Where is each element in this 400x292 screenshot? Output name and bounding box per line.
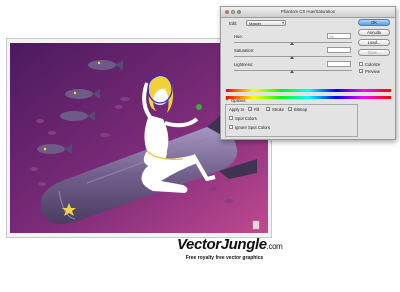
saturation-label: Saturation: — [234, 48, 255, 53]
dialog-titlebar[interactable]: Phantom CS Hue/Saturation — [221, 7, 395, 18]
brand-suffix: .com — [266, 242, 283, 251]
options-panel: Apply to ✓ Fill ✓ Stroke ✓ Bitmap Spot C… — [225, 104, 358, 137]
chevron-down-icon: ▾ — [282, 21, 284, 25]
hue-spectrum-bar-top — [226, 89, 391, 92]
lightness-value-field[interactable] — [327, 61, 351, 67]
hue-slider-thumb[interactable] — [290, 42, 294, 45]
brand-name: VectorJungle — [177, 236, 267, 253]
edit-label: Edit: — [229, 21, 238, 26]
preview-checkbox[interactable]: ✓ — [359, 69, 363, 74]
dialog-title: Phantom CS Hue/Saturation — [280, 9, 336, 14]
green-object — [196, 104, 202, 110]
fill-label: Fill — [254, 107, 260, 112]
stroke-label: Stroke — [272, 107, 285, 112]
brand-tagline: Free royalty free vector graphics — [185, 255, 264, 261]
hue-value-field[interactable]: 76 — [327, 33, 351, 39]
load-button[interactable]: Load... — [358, 39, 390, 46]
hue-saturation-dialog: Phantom CS Hue/Saturation Edit: Master ▾… — [220, 6, 396, 140]
edit-select-value: Master — [249, 21, 262, 26]
colorize-checkbox[interactable] — [359, 62, 363, 66]
brand-logo: VectorJungle.com Free royalty free vecto… — [177, 236, 283, 262]
saturation-value-field[interactable] — [327, 47, 351, 53]
bitmap-checkbox[interactable]: ✓ — [288, 107, 292, 112]
lightness-slider-thumb[interactable] — [290, 70, 294, 73]
stroke-checkbox[interactable]: ✓ — [266, 107, 270, 112]
edit-select[interactable]: Master ▾ — [246, 20, 286, 26]
ignore-spot-colors-checkbox[interactable] — [229, 125, 233, 129]
options-header: Options — [231, 98, 246, 103]
hue-spectrum-bar-bottom — [226, 96, 391, 99]
ok-button[interactable]: OK — [358, 19, 390, 26]
brand-wordmark: VectorJungle.com — [177, 236, 283, 255]
save-button[interactable]: Save... — [358, 49, 390, 56]
options-disclosure-icon[interactable] — [226, 99, 228, 101]
spot-colors-label: Spot Colors — [235, 116, 257, 121]
ignore-spot-colors-label: Ignore Spot Colors — [235, 125, 270, 130]
spot-colors-checkbox[interactable] — [229, 116, 233, 120]
apply-to-label: Apply to — [229, 107, 245, 112]
saturation-slider-thumb[interactable] — [290, 56, 294, 59]
hue-label: Hue: — [234, 34, 243, 39]
cancel-button[interactable]: Annulla — [358, 29, 390, 36]
fill-checkbox[interactable]: ✓ — [248, 107, 252, 112]
colorize-label: Colorize — [365, 62, 381, 67]
bitmap-label: Bitmap — [294, 107, 308, 112]
preview-label: Preview — [365, 69, 380, 74]
lightness-label: Lightness: — [234, 62, 254, 67]
